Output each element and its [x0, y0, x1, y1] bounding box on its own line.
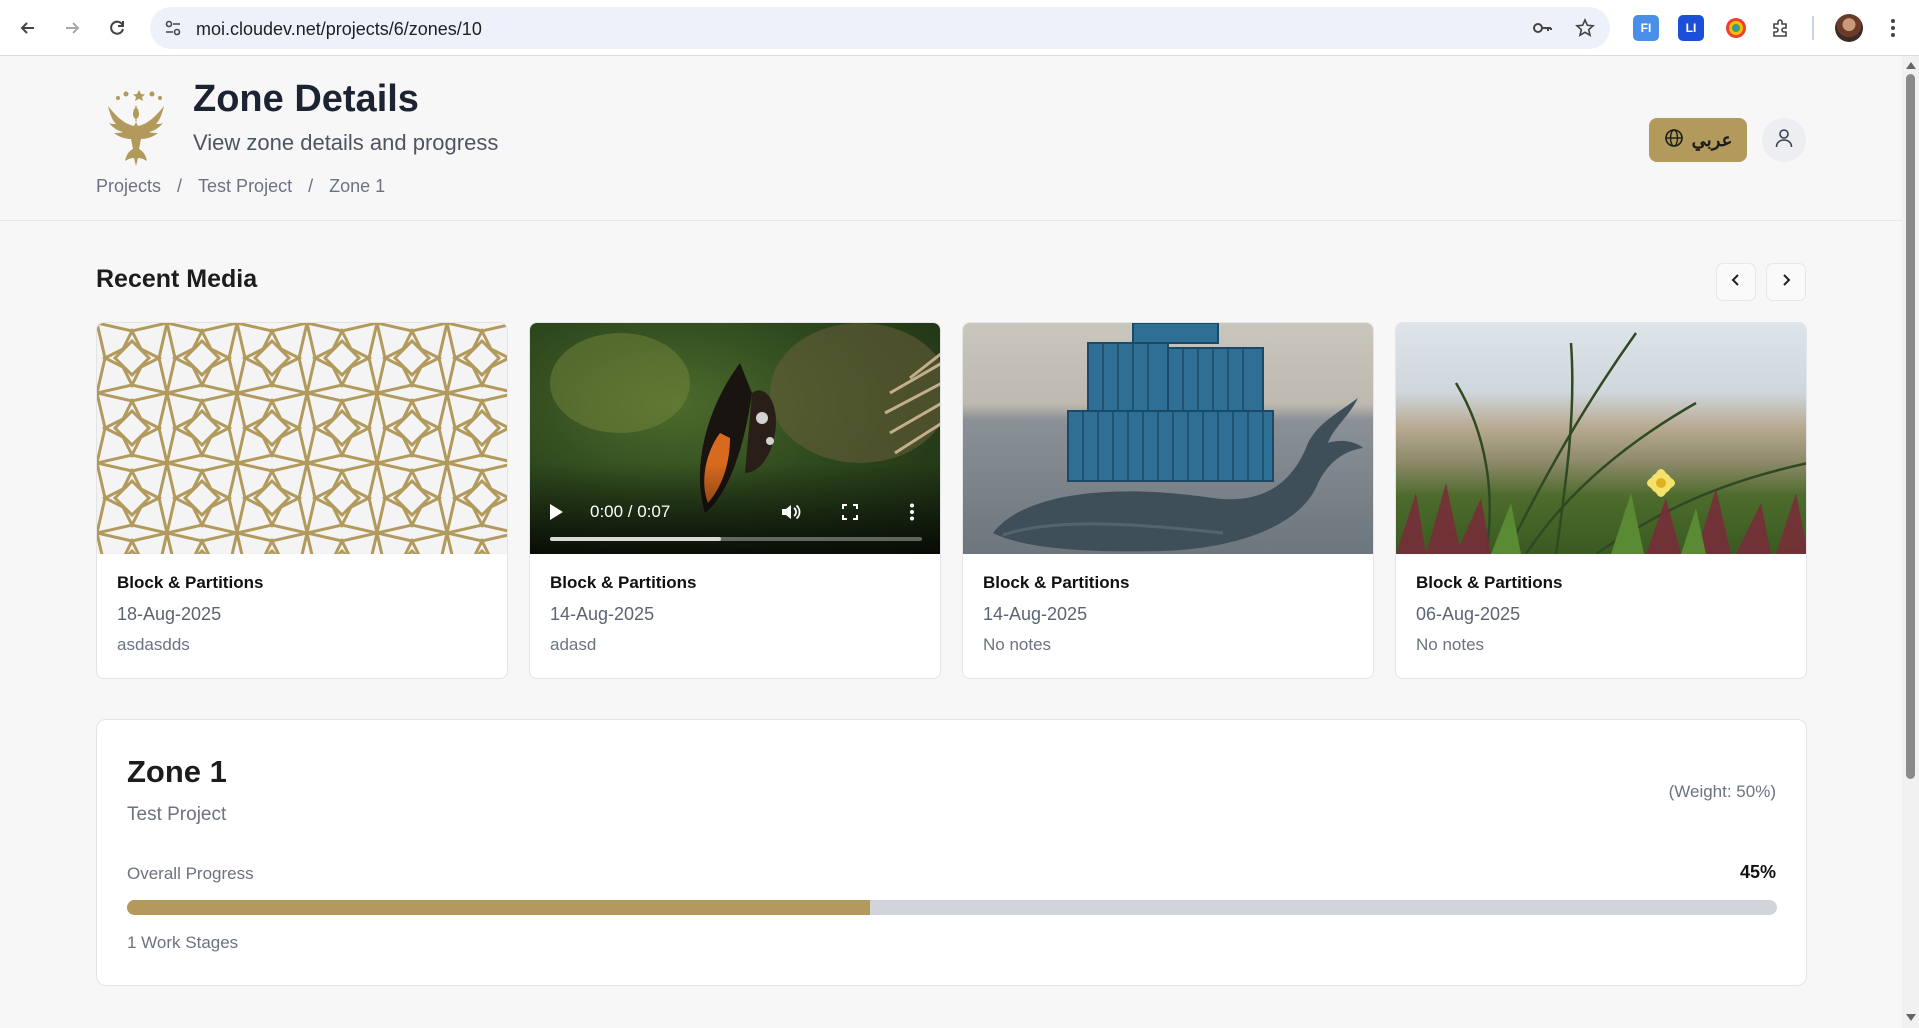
media-date: 14-Aug-2025 [550, 604, 655, 624]
media-title: Block & Partitions [550, 573, 697, 592]
zone-weight: (Weight: 50%) [1668, 782, 1776, 801]
carousel-prev-button[interactable] [1716, 263, 1756, 301]
page-subtitle: View zone details and progress [193, 130, 499, 155]
eagle-logo-icon [96, 86, 182, 176]
extensions-puzzle-icon[interactable] [1768, 15, 1794, 41]
extension-color-icon[interactable] [1723, 15, 1749, 41]
user-menu-button[interactable] [1762, 118, 1806, 162]
bookmark-star-icon[interactable] [1574, 17, 1596, 39]
media-note: No notes [1416, 635, 1485, 654]
video-more-icon[interactable] [900, 500, 924, 524]
user-icon [1773, 127, 1795, 154]
reload-icon[interactable] [101, 12, 133, 44]
globe-icon [1664, 128, 1684, 153]
zone-summary-card: Zone 1 Test Project (Weight: 50%) Overal… [96, 719, 1807, 986]
media-note: asdasdds [117, 635, 190, 654]
media-thumbnail-flower [1396, 323, 1806, 554]
forward-icon[interactable] [56, 12, 88, 44]
url-text: moi.cloudev.net/projects/6/zones/10 [196, 19, 482, 39]
page-header: Zone Details View zone details and progr… [0, 56, 1902, 221]
breadcrumb-zone: Zone 1 [329, 176, 386, 196]
toolbar-divider [1812, 16, 1814, 40]
media-card[interactable]: Block & Partitions 14-Aug-2025 No notes [962, 322, 1374, 679]
media-card[interactable]: Block & Partitions 06-Aug-2025 No notes [1395, 322, 1807, 679]
zone-project: Test Project [127, 804, 227, 825]
recent-media-title: Recent Media [96, 265, 258, 293]
media-date: 06-Aug-2025 [1416, 604, 1521, 624]
video-time: 0:00 / 0:07 [590, 502, 671, 521]
page-title: Zone Details [193, 78, 419, 120]
carousel-next-button[interactable] [1766, 263, 1806, 301]
progress-label: Overall Progress [127, 864, 254, 883]
video-seek-progress [550, 537, 722, 541]
media-thumbnail-pattern [97, 323, 507, 554]
extension-fi-icon[interactable]: FI [1633, 15, 1659, 41]
language-toggle-button[interactable]: عربي [1649, 118, 1747, 162]
password-key-icon[interactable] [1531, 17, 1553, 39]
media-card[interactable]: Block & Partitions 18-Aug-2025 asdasdds [96, 322, 508, 679]
media-thumbnail-whale [963, 323, 1373, 554]
language-label: عربي [1691, 129, 1733, 150]
breadcrumb: Projects / Test Project / Zone 1 [96, 176, 385, 197]
scroll-down-icon[interactable] [1906, 1014, 1916, 1021]
breadcrumb-separator: / [308, 176, 314, 196]
media-note: No notes [983, 635, 1052, 654]
back-icon[interactable] [12, 12, 44, 44]
address-bar[interactable]: moi.cloudev.net/projects/6/zones/10 [150, 7, 1610, 49]
profile-avatar[interactable] [1835, 14, 1863, 42]
progress-bar-fill [127, 900, 870, 915]
media-card[interactable]: 0:00 / 0:07 Block & Partitions 14-Aug-20… [529, 322, 941, 679]
zone-title: Zone 1 [127, 754, 227, 789]
chevron-left-icon [1729, 273, 1743, 292]
media-date: 18-Aug-2025 [117, 604, 222, 624]
scroll-up-icon[interactable] [1906, 62, 1916, 69]
fullscreen-icon[interactable] [838, 500, 862, 524]
media-note: adasd [550, 635, 597, 654]
media-title: Block & Partitions [117, 573, 264, 592]
scroll-thumb[interactable] [1906, 74, 1915, 779]
video-seek-bar[interactable] [550, 537, 922, 541]
page-scrollbar[interactable] [1902, 56, 1919, 1028]
play-icon[interactable] [550, 504, 563, 520]
media-title: Block & Partitions [1416, 573, 1563, 592]
work-stages-count: 1 Work Stages [127, 933, 239, 952]
extension-li-icon[interactable]: LI [1678, 15, 1704, 41]
site-settings-icon[interactable] [162, 17, 184, 39]
media-title: Block & Partitions [983, 573, 1130, 592]
breadcrumb-separator: / [177, 176, 183, 196]
chevron-right-icon [1779, 273, 1793, 292]
progress-bar [127, 900, 1777, 915]
browser-toolbar: moi.cloudev.net/projects/6/zones/10 FI L… [0, 0, 1919, 56]
breadcrumb-test-project[interactable]: Test Project [198, 176, 292, 197]
volume-icon[interactable] [778, 500, 802, 524]
video-controls: 0:00 / 0:07 [530, 464, 940, 554]
breadcrumb-projects[interactable]: Projects [96, 176, 161, 197]
more-menu-icon[interactable] [1880, 15, 1906, 41]
media-video-player[interactable]: 0:00 / 0:07 [530, 323, 940, 554]
progress-value: 45% [1739, 862, 1776, 882]
media-date: 14-Aug-2025 [983, 604, 1088, 624]
